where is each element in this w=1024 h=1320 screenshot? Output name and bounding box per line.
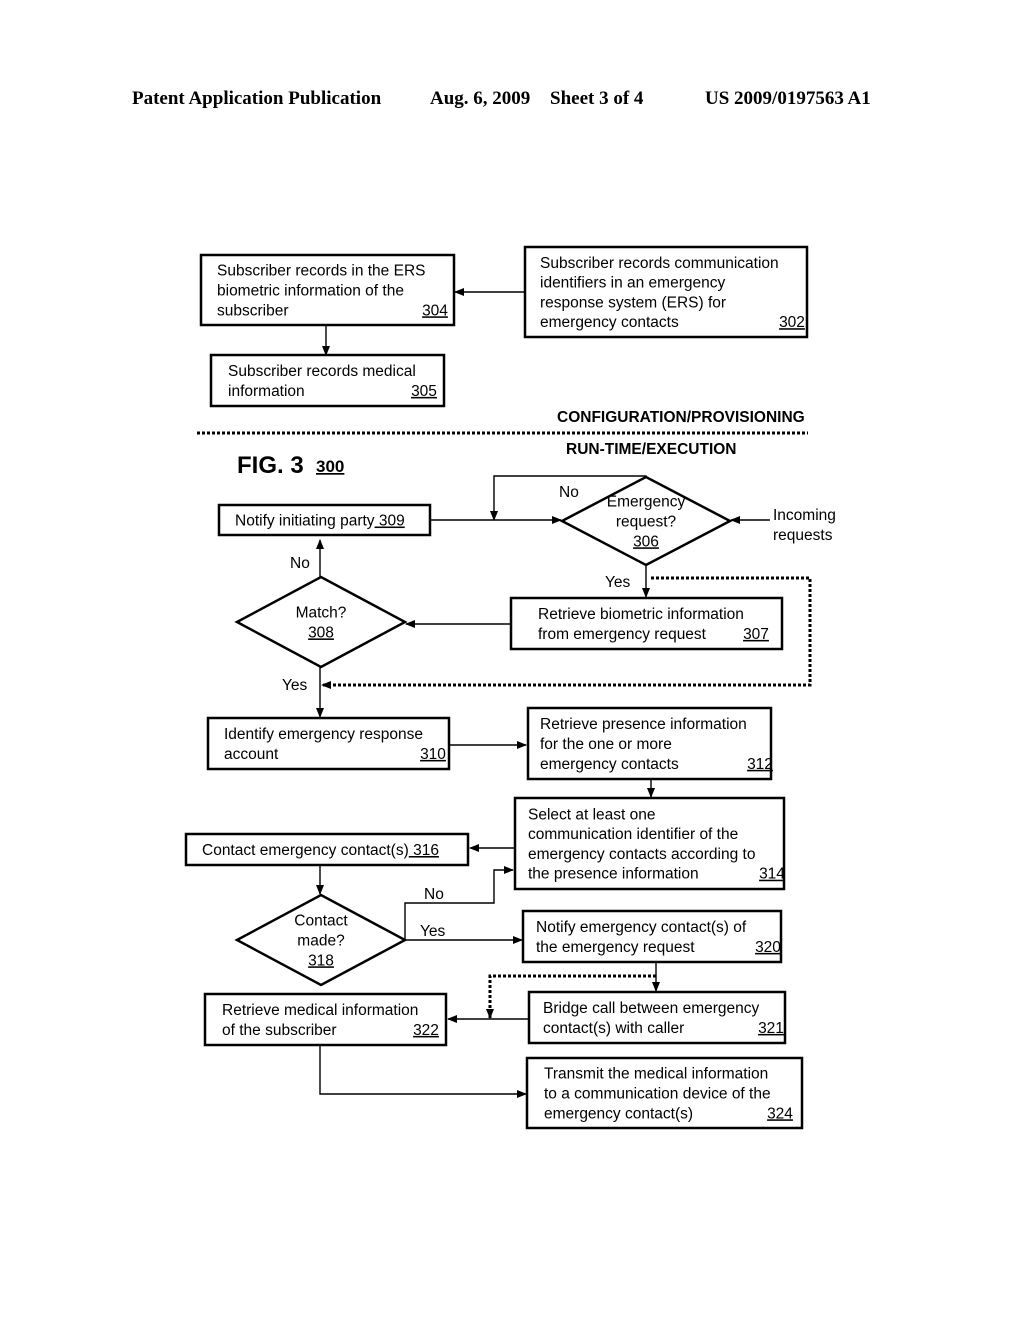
- flow-node-316: Contact emergency contact(s) 316: [184, 832, 470, 867]
- yes-label-318: Yes: [420, 923, 446, 940]
- node-text: account: [224, 746, 279, 763]
- flow-node-306: Emergency request? 306: [559, 475, 733, 567]
- figure-ref: 300: [316, 457, 344, 476]
- flowchart: CONFIGURATION/PROVISIONING RUN-TIME/EXEC…: [184, 245, 836, 1130]
- flow-node-321: Bridge call between emergency contact(s) …: [527, 990, 787, 1045]
- yes-label-306: Yes: [605, 574, 631, 591]
- flow-node-307: Retrieve biometric information from emerg…: [509, 596, 784, 651]
- node-text: Emergency: [607, 494, 686, 511]
- incoming-requests-label: requests: [773, 527, 833, 544]
- node-text: Transmit the medical information: [544, 1066, 768, 1083]
- node-text: Subscriber records communication: [540, 255, 779, 272]
- node-text: Subscriber records in the ERS: [217, 263, 425, 280]
- node-text: Retrieve biometric information: [538, 606, 744, 623]
- flow-node-305: Subscriber records medical information 305: [209, 353, 446, 408]
- node-text: of the subscriber: [222, 1022, 337, 1039]
- flow-node-322: Retrieve medical information of the subsc…: [203, 992, 448, 1047]
- incoming-requests-label: Incoming: [773, 507, 836, 524]
- node-ref: 307: [743, 626, 769, 643]
- flow-node-304: Subscriber records in the ERS biometric i…: [199, 253, 456, 327]
- node-ref: 316: [409, 842, 439, 859]
- node-text: the emergency request: [536, 939, 695, 956]
- flow-arrow: [319, 1045, 527, 1098]
- node-text: made?: [297, 933, 345, 950]
- node-ref: 310: [420, 746, 446, 763]
- section-configuration-label: CONFIGURATION/PROVISIONING: [557, 409, 805, 426]
- node-text: to a communication device of the: [544, 1086, 771, 1103]
- node-text: contact(s) with caller: [543, 1020, 684, 1037]
- node-ref: 305: [411, 383, 437, 400]
- node-ref: 309: [375, 513, 405, 530]
- flow-node-324: Transmit the medical information to a com…: [525, 1056, 804, 1130]
- flow-node-314: Select at least one communication identif…: [513, 796, 785, 891]
- flow-node-320: Notify emergency contact(s) of the emerge…: [521, 909, 783, 964]
- flow-node-312: Retrieve presence information for the one…: [526, 706, 773, 781]
- node-text: Contact emergency contact(s) 316: [202, 842, 439, 859]
- flow-node-309: Notify initiating party 309: [217, 503, 432, 537]
- node-ref: 321: [758, 1020, 784, 1037]
- patent-sheet: Patent Application Publication Aug. 6, 2…: [0, 0, 1024, 1320]
- node-text: Identify emergency response: [224, 726, 423, 743]
- no-label-318: No: [424, 886, 444, 903]
- node-text: emergency contacts according to: [528, 846, 755, 863]
- node-text: emergency contacts: [540, 756, 679, 773]
- node-ref: 302: [779, 314, 805, 331]
- node-ref: 314: [759, 866, 785, 883]
- figure-label: FIG. 3: [237, 452, 304, 479]
- flow-node-310: Identify emergency response account 310: [206, 716, 451, 771]
- node-text: identifiers in an emergency: [540, 275, 725, 292]
- no-label-306: No: [559, 484, 579, 501]
- section-runtime-label: RUN-TIME/EXECUTION: [566, 441, 737, 458]
- node-ref: 324: [767, 1105, 793, 1122]
- node-text: from emergency request: [538, 626, 707, 643]
- node-ref: 306: [633, 533, 659, 550]
- no-label-308: No: [290, 555, 310, 572]
- flow-node-308: Match? 308: [234, 575, 408, 669]
- yes-label-308: Yes: [282, 677, 308, 694]
- node-ref: 304: [422, 302, 448, 319]
- node-text: emergency contact(s): [544, 1105, 693, 1122]
- node-text: Retrieve presence information: [540, 716, 747, 733]
- node-text: communication identifier of the: [528, 826, 738, 843]
- node-ref: 312: [747, 756, 773, 773]
- node-text: subscriber: [217, 302, 289, 319]
- node-ref: 308: [308, 624, 334, 641]
- flow-node-318: Contact made? 318: [234, 893, 408, 987]
- node-text: Contact: [294, 913, 348, 930]
- node-text: Subscriber records medical: [228, 363, 416, 380]
- node-text: Select at least one: [528, 806, 656, 823]
- node-ref: 320: [755, 939, 781, 956]
- node-text: the presence information: [528, 866, 699, 883]
- node-ref: 322: [413, 1022, 439, 1039]
- node-text: Bridge call between emergency: [543, 1000, 760, 1017]
- node-text: Match?: [296, 605, 347, 622]
- node-text: Notify initiating party 309: [235, 513, 405, 530]
- node-text: for the one or more: [540, 736, 672, 753]
- decision-diamond: [234, 575, 408, 669]
- node-text: response system (ERS) for: [540, 294, 726, 311]
- node-text: emergency contacts: [540, 314, 679, 331]
- node-text: request?: [616, 514, 677, 531]
- node-text: information: [228, 383, 305, 400]
- node-text: biometric information of the: [217, 283, 404, 300]
- node-ref: 318: [308, 952, 334, 969]
- node-text: Retrieve medical information: [222, 1002, 418, 1019]
- flow-node-302: Subscriber records communication identifi…: [523, 245, 809, 339]
- node-text: Notify emergency contact(s) of: [536, 919, 747, 936]
